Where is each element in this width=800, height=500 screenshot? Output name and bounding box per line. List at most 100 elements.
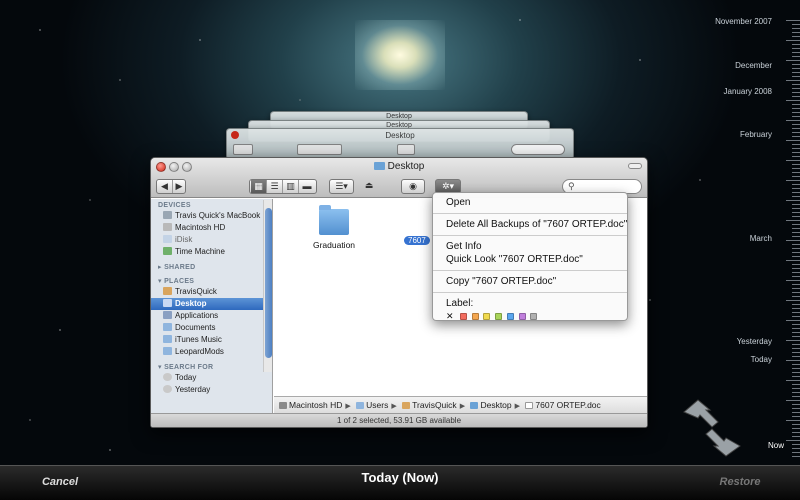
menu-item-quick-look[interactable]: Quick Look "7607 ORTEP.doc" bbox=[433, 253, 627, 266]
sidebar-item-idisk[interactable]: iDisk bbox=[151, 234, 272, 246]
timeline-tick[interactable] bbox=[792, 164, 800, 165]
timeline-tick[interactable] bbox=[786, 380, 800, 381]
timeline-tick[interactable] bbox=[792, 376, 800, 377]
timeline-tick[interactable] bbox=[786, 20, 800, 21]
timeline-tick[interactable] bbox=[792, 336, 800, 337]
timeline-tick[interactable] bbox=[792, 364, 800, 365]
quicklook-button[interactable] bbox=[397, 144, 415, 155]
timeline-tick[interactable] bbox=[786, 400, 800, 401]
timeline-tick[interactable] bbox=[792, 284, 800, 285]
timeline-tick[interactable] bbox=[792, 256, 800, 257]
timeline-tick[interactable] bbox=[786, 340, 800, 341]
timeline-tick[interactable] bbox=[792, 368, 800, 369]
timeline-tick[interactable] bbox=[792, 36, 800, 37]
timeline-tick[interactable] bbox=[792, 324, 800, 325]
menu-item-get-info[interactable]: Get Info bbox=[433, 240, 627, 253]
timeline-tick[interactable] bbox=[792, 348, 800, 349]
timeline-tick[interactable] bbox=[792, 52, 800, 53]
sidebar-item-documents[interactable]: Documents bbox=[151, 322, 272, 334]
restore-button[interactable]: Restore bbox=[700, 470, 780, 494]
timeline-tick[interactable] bbox=[792, 204, 800, 205]
timeline-tick[interactable] bbox=[792, 44, 800, 45]
sidebar-item-macintosh-hd[interactable]: Macintosh HD bbox=[151, 222, 272, 234]
timeline-tick[interactable] bbox=[792, 456, 800, 457]
timeline-tick[interactable] bbox=[792, 352, 800, 353]
timeline-tick[interactable] bbox=[792, 436, 800, 437]
search-field[interactable] bbox=[511, 144, 565, 155]
timeline-tick[interactable] bbox=[786, 320, 800, 321]
timeline-tick[interactable] bbox=[786, 240, 800, 241]
timeline-tick[interactable] bbox=[792, 404, 800, 405]
timeline-tick[interactable] bbox=[792, 48, 800, 49]
path-item[interactable]: 7607 ORTEP.doc bbox=[525, 400, 601, 410]
sidebar-item-applications[interactable]: Applications bbox=[151, 310, 272, 322]
timeline-tick[interactable] bbox=[792, 296, 800, 297]
timeline-tick[interactable] bbox=[792, 124, 800, 125]
timeline-tick[interactable] bbox=[792, 176, 800, 177]
timeline-tick[interactable] bbox=[792, 28, 800, 29]
timeline-tick[interactable] bbox=[792, 88, 800, 89]
scrollbar-thumb[interactable] bbox=[265, 208, 272, 358]
timeline-tick[interactable] bbox=[792, 264, 800, 265]
menu-item-open[interactable]: Open bbox=[433, 196, 627, 209]
timeline-tick[interactable] bbox=[792, 128, 800, 129]
sidebar-item-leopardmods[interactable]: LeopardMods bbox=[151, 346, 272, 358]
sidebar-item-desktop[interactable]: Desktop bbox=[151, 298, 272, 310]
timeline-tick[interactable] bbox=[792, 208, 800, 209]
timeline-tick[interactable] bbox=[792, 424, 800, 425]
timeline-tick[interactable] bbox=[792, 192, 800, 193]
timeline-label-february[interactable]: February bbox=[740, 130, 772, 139]
sidebar-item-yesterday[interactable]: Yesterday bbox=[151, 384, 272, 396]
quicklook-button[interactable]: ◉ bbox=[401, 179, 425, 194]
back-icon[interactable]: ◀ bbox=[157, 180, 173, 193]
path-item[interactable]: Users bbox=[356, 400, 388, 410]
timeline-tick[interactable] bbox=[792, 448, 800, 449]
sidebar-header-shared[interactable]: ▸ SHARED bbox=[151, 258, 272, 272]
sidebar-scrollbar[interactable] bbox=[263, 200, 272, 372]
timeline-tick[interactable] bbox=[786, 360, 800, 361]
timeline-tick[interactable] bbox=[786, 80, 800, 81]
timeline-tick[interactable] bbox=[792, 316, 800, 317]
timeline-tick[interactable] bbox=[792, 384, 800, 385]
path-item[interactable]: Macintosh HD bbox=[279, 400, 342, 410]
timeline-tick[interactable] bbox=[792, 108, 800, 109]
timeline-tick[interactable] bbox=[792, 268, 800, 269]
timeline-tick[interactable] bbox=[792, 232, 800, 233]
timeline-tick[interactable] bbox=[792, 236, 800, 237]
timeline-tick[interactable] bbox=[792, 412, 800, 413]
back-forward-buttons[interactable] bbox=[233, 144, 253, 155]
icon-view-icon[interactable]: ▦ bbox=[251, 180, 267, 193]
timeline-tick[interactable] bbox=[786, 300, 800, 301]
time-machine-timeline[interactable] bbox=[784, 20, 800, 460]
toolbar-toggle-button[interactable] bbox=[628, 163, 642, 169]
timeline-tick[interactable] bbox=[792, 416, 800, 417]
timeline-tick[interactable] bbox=[792, 308, 800, 309]
timeline-tick[interactable] bbox=[792, 428, 800, 429]
arrange-button[interactable]: ☰▾ bbox=[329, 179, 354, 194]
timeline-tick[interactable] bbox=[786, 200, 800, 201]
view-buttons[interactable]: ▦ ☰ ▥ ▬ bbox=[249, 179, 317, 194]
sidebar-item-time-machine[interactable]: Time Machine bbox=[151, 246, 272, 258]
timeline-tick[interactable] bbox=[786, 100, 800, 101]
list-view-icon[interactable]: ☰ bbox=[267, 180, 283, 193]
timeline-tick[interactable] bbox=[792, 312, 800, 313]
timeline-tick[interactable] bbox=[786, 120, 800, 121]
timeline-tick[interactable] bbox=[792, 152, 800, 153]
sidebar-item-itunes-music[interactable]: iTunes Music bbox=[151, 334, 272, 346]
timeline-tick[interactable] bbox=[792, 276, 800, 277]
timeline-tick[interactable] bbox=[792, 248, 800, 249]
timeline-tick[interactable] bbox=[792, 228, 800, 229]
timeline-tick[interactable] bbox=[792, 156, 800, 157]
timeline-tick[interactable] bbox=[792, 292, 800, 293]
timeline-tick[interactable] bbox=[792, 104, 800, 105]
timeline-tick[interactable] bbox=[792, 272, 800, 273]
timeline-tick[interactable] bbox=[792, 196, 800, 197]
timeline-label-yesterday[interactable]: Yesterday bbox=[737, 337, 772, 346]
label-color-green[interactable] bbox=[495, 313, 503, 320]
timeline-label-december[interactable]: December bbox=[735, 61, 772, 70]
sidebar-item-macbook[interactable]: Travis Quick's MacBook bbox=[151, 210, 272, 222]
timeline-tick[interactable] bbox=[792, 72, 800, 73]
timeline-tick[interactable] bbox=[792, 148, 800, 149]
timeline-tick[interactable] bbox=[786, 60, 800, 61]
path-item[interactable]: Desktop bbox=[470, 400, 512, 410]
